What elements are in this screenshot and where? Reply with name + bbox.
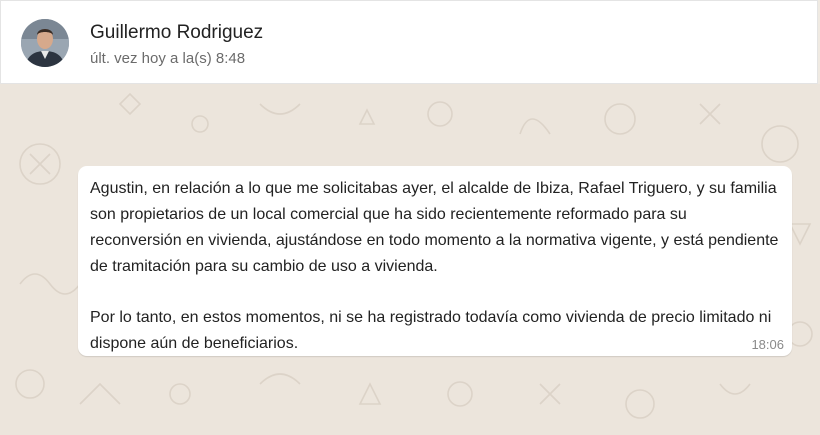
chat-header[interactable]: Guillermo Rodriguez últ. vez hoy a la(s)… [0,0,818,84]
last-seen-status: últ. vez hoy a la(s) 8:48 [90,50,246,67]
incoming-message-bubble[interactable]: Agustin, en relación a lo que me solicit… [78,166,792,356]
message-timestamp: 18:06 [751,337,784,352]
contact-name: Guillermo Rodriguez [90,22,264,43]
contact-avatar[interactable] [21,19,69,67]
message-paragraph-1: Agustin, en relación a lo que me solicit… [90,180,779,275]
chat-area: Agustin, en relación a lo que me solicit… [0,84,820,435]
message-paragraph-2: Por lo tanto, en estos momentos, ni se h… [90,309,772,352]
person-avatar-icon [21,19,69,67]
